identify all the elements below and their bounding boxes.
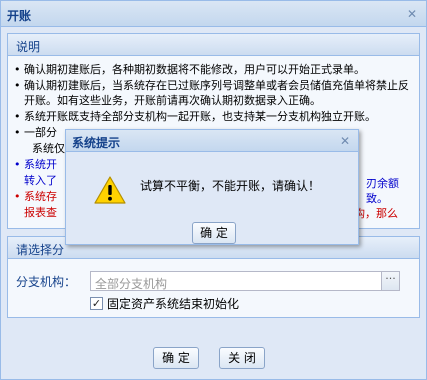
branch-select-panel: 请选择分 分支机构： 全部分支机构 ··· ✓ 固定资产系统结束初始化	[7, 236, 420, 318]
branch-value: 全部分支机构	[95, 277, 168, 291]
branch-label: 分支机构：	[16, 274, 77, 289]
window-title: 开账	[7, 9, 32, 23]
dialog-titlebar: 系统提示 ✕	[66, 130, 358, 152]
warning-icon	[94, 176, 126, 207]
notes-legend: 说明	[8, 34, 419, 56]
branch-combo[interactable]: 全部分支机构 ···	[90, 271, 400, 291]
note-item: • 系统开账既支持全部分支机构一起开账，也支持某一分支机构独立开账。	[14, 110, 376, 123]
window-titlebar: 开账 ✕	[1, 1, 426, 27]
close-icon[interactable]: ✕	[406, 8, 418, 20]
note-item: • 确认期初建账后，各种期初数据将不能修改，用户可以开始正式录单。	[14, 63, 365, 76]
dialog-close-icon[interactable]: ✕	[340, 134, 350, 148]
note-tail: 构，那么	[354, 207, 398, 220]
system-alert-dialog: 系统提示 ✕ 试算不平衡，不能开账，请确认！ 确 定	[65, 129, 359, 245]
ok-button[interactable]: 确 定	[153, 347, 199, 369]
note-item: • 确认期初建账后，当系统存在已过账序列号调整单或者会员储值充值单将禁止反开账。如…	[14, 79, 409, 107]
close-button[interactable]: 关 闭	[219, 347, 265, 369]
dialog-message: 试算不平衡，不能开账，请确认！	[140, 179, 321, 193]
fixed-asset-checkbox[interactable]: ✓	[90, 297, 103, 310]
open-account-window: 开账 ✕ 说明 • 确认期初建账后，各种期初数据将不能修改，用户可以开始正式录单。…	[0, 0, 427, 380]
branch-row: 分支机构： 全部分支机构 ···	[16, 271, 400, 291]
note-tail: 致。	[366, 192, 388, 205]
dialog-title: 系统提示	[72, 136, 121, 150]
fixed-asset-row: ✓ 固定资产系统结束初始化	[90, 295, 239, 312]
ellipsis-icon[interactable]: ···	[381, 272, 399, 290]
dialog-ok-button[interactable]: 确 定	[192, 222, 236, 244]
fixed-asset-label: 固定资产系统结束初始化	[107, 297, 240, 311]
note-tail: 刃余额	[366, 177, 399, 190]
